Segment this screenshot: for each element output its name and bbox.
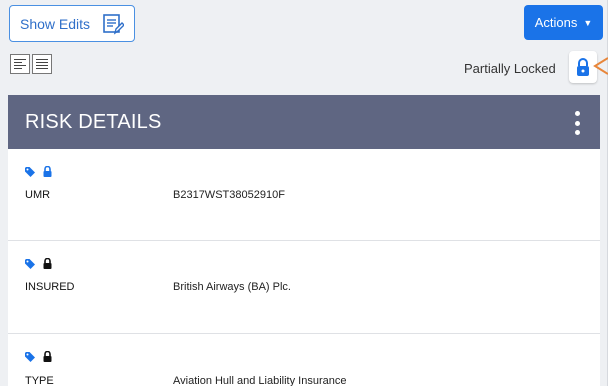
toolbar: Show Edits Actions ▼ Partially Locked bbox=[0, 0, 608, 92]
align-left-button[interactable] bbox=[10, 54, 30, 74]
row-icons bbox=[25, 166, 52, 177]
lock-icon[interactable] bbox=[43, 351, 52, 362]
lock-icon bbox=[577, 58, 589, 76]
panel-header: RISK DETAILS bbox=[8, 95, 600, 149]
show-edits-label: Show Edits bbox=[20, 15, 91, 32]
field-value-insured: British Airways (BA) Plc. bbox=[173, 281, 291, 293]
field-key-type: TYPE bbox=[25, 375, 54, 386]
app-page: Show Edits Actions ▼ Partially Locked RI… bbox=[0, 0, 608, 386]
actions-label: Actions bbox=[534, 15, 578, 30]
row-icons bbox=[25, 258, 52, 269]
field-key-umr: UMR bbox=[25, 189, 51, 201]
field-value-type: Aviation Hull and Liability Insurance bbox=[173, 375, 347, 386]
tag-icon[interactable] bbox=[25, 166, 35, 177]
field-row-type: TYPE Aviation Hull and Liability Insuran… bbox=[8, 334, 600, 386]
caret-down-icon: ▼ bbox=[583, 17, 593, 28]
row-icons bbox=[25, 351, 52, 362]
field-value-umr: B2317WST38052910F bbox=[173, 189, 285, 201]
field-key-insured: INSURED bbox=[25, 281, 75, 293]
field-row-insured: INSURED British Airways (BA) Plc. bbox=[8, 241, 600, 334]
field-row-umr: UMR B2317WST38052910F bbox=[8, 149, 600, 241]
lock-icon[interactable] bbox=[43, 258, 52, 269]
actions-dropdown-button[interactable]: Actions ▼ bbox=[524, 5, 603, 40]
tag-icon[interactable] bbox=[25, 258, 35, 269]
lock-icon[interactable] bbox=[43, 166, 52, 177]
edit-document-icon bbox=[103, 14, 124, 35]
risk-details-panel: RISK DETAILS UMR B2317WST38052910F INSUR… bbox=[8, 95, 600, 386]
panel-title: RISK DETAILS bbox=[25, 111, 162, 133]
more-options-icon[interactable] bbox=[573, 111, 581, 135]
pointer-arrow-icon bbox=[593, 57, 608, 75]
tag-icon[interactable] bbox=[25, 351, 35, 362]
text-align-group bbox=[10, 54, 52, 74]
show-edits-button[interactable]: Show Edits bbox=[9, 5, 135, 42]
lock-status-label: Partially Locked bbox=[464, 61, 556, 76]
align-justify-button[interactable] bbox=[32, 54, 52, 74]
